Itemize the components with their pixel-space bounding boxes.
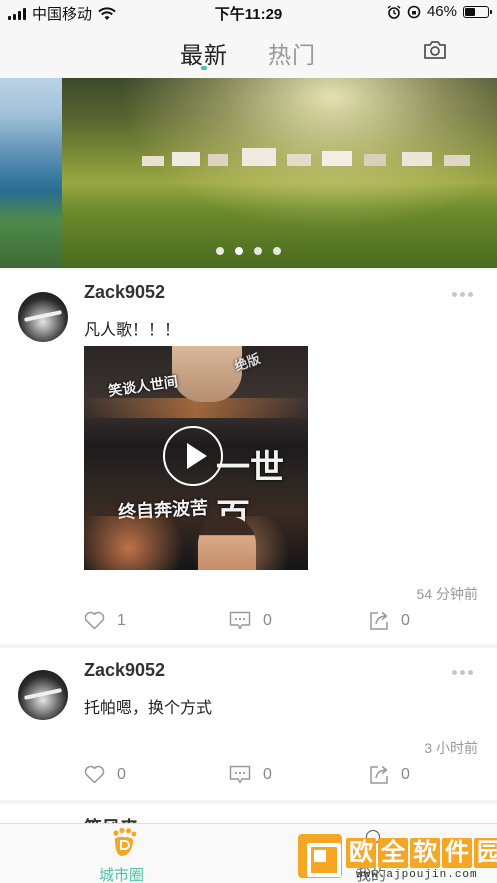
comment-count: 0: [263, 612, 272, 629]
like-count: 1: [117, 611, 126, 629]
more-options-icon[interactable]: [452, 292, 473, 297]
carousel-dot[interactable]: [235, 247, 243, 255]
more-options-icon[interactable]: [452, 670, 473, 675]
carousel-dot[interactable]: [216, 247, 224, 255]
watermark-icon: [298, 834, 342, 878]
stage-lights: [84, 516, 308, 570]
heart-icon: [84, 765, 105, 784]
watermark-title: 欧 全 软 件 园: [346, 838, 497, 868]
performer-figure: [172, 346, 242, 402]
alarm-icon: [387, 4, 401, 19]
share-button[interactable]: 0: [369, 765, 410, 785]
avatar[interactable]: [18, 292, 68, 342]
status-bar: 中国移动 下午11:29 46%: [0, 0, 497, 24]
banner-current-slide-image[interactable]: [62, 78, 497, 268]
share-icon: [370, 765, 388, 784]
heart-icon: [84, 611, 105, 630]
watermark-logo: 欧 全 软 件 园 www.ajpoujin.com: [298, 832, 497, 883]
banner-carousel[interactable]: [0, 78, 497, 268]
watermark-char: 软: [410, 838, 440, 868]
watermark-char: 全: [378, 838, 408, 868]
like-button[interactable]: 0: [84, 765, 126, 784]
carousel-indicator: [216, 247, 281, 255]
video-thumbnail[interactable]: 笑谈人世间 绝版 一世百 终自奔波苦: [84, 346, 308, 570]
post-card[interactable]: Zack9052 凡人歌！！！ 笑谈人世间 绝版 一世百 终自奔波苦 54 分钟…: [0, 270, 497, 644]
watermark-url: www.ajpoujin.com: [356, 869, 478, 881]
tab-home[interactable]: 城市圈: [99, 864, 144, 883]
like-button[interactable]: 1: [84, 611, 126, 630]
carousel-dot[interactable]: [273, 247, 281, 255]
post-content: 凡人歌！！！: [84, 322, 181, 339]
post-username[interactable]: Zack9052: [84, 282, 165, 303]
battery-label: 46%: [426, 3, 457, 20]
share-button[interactable]: 0: [369, 611, 410, 631]
orientation-lock-icon: [407, 5, 421, 18]
post-username[interactable]: Zack9052: [84, 660, 165, 681]
like-count: 0: [117, 765, 126, 783]
share-icon: [370, 611, 388, 630]
comment-count: 0: [263, 766, 272, 783]
active-tab-indicator: [201, 66, 207, 70]
play-icon[interactable]: [163, 426, 223, 486]
tab-hot[interactable]: 热门: [268, 36, 316, 70]
camera-icon[interactable]: [423, 39, 447, 61]
banner-prev-slide-image[interactable]: [0, 78, 62, 268]
battery-icon: [463, 5, 492, 18]
carousel-dot[interactable]: [254, 247, 262, 255]
comment-button[interactable]: 0: [229, 611, 272, 631]
avatar[interactable]: [18, 670, 68, 720]
tab-latest[interactable]: 最新: [180, 36, 228, 70]
post-card[interactable]: Zack9052 托帕嗯，换个方式 3 小时前 0 0 0: [0, 648, 497, 800]
post-time: 54 分钟前: [416, 586, 478, 602]
post-time: 3 小时前: [424, 740, 478, 756]
village-illustration: [142, 148, 470, 166]
video-caption-1: 笑谈人世间: [107, 374, 179, 400]
watermark-char: 欧: [346, 838, 376, 868]
status-right: 46%: [387, 3, 492, 20]
watermark-char: 园: [474, 838, 497, 868]
watermark-char: 件: [442, 838, 472, 868]
comment-icon: [229, 765, 251, 784]
comment-button[interactable]: 0: [229, 765, 272, 785]
singer-figure: [198, 516, 256, 570]
comment-icon: [229, 611, 251, 630]
footprint-icon[interactable]: [110, 827, 138, 857]
battery-fill: [465, 7, 475, 16]
share-count: 0: [401, 766, 410, 783]
post-content: 托帕嗯，换个方式: [84, 700, 213, 717]
top-header: 最新 热门: [0, 24, 497, 78]
share-count: 0: [401, 612, 410, 629]
